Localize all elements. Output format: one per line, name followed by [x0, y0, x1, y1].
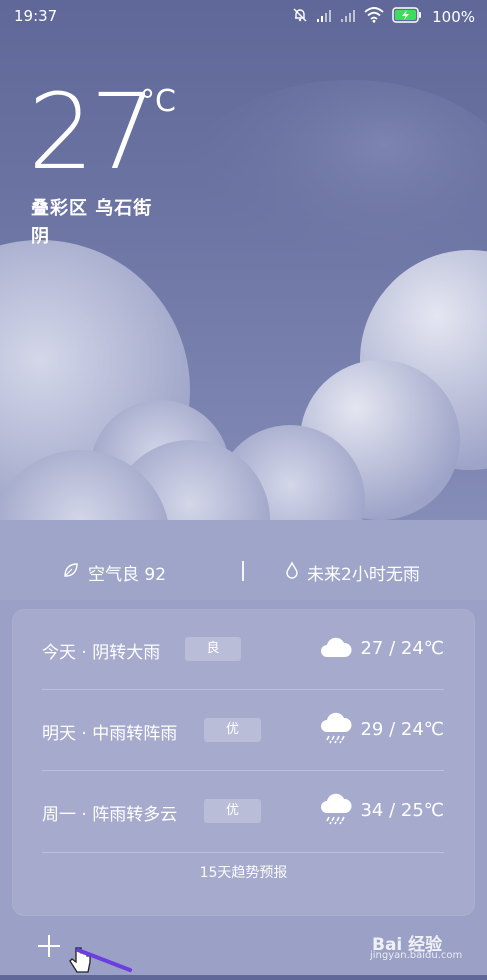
battery-charging-icon — [392, 7, 422, 27]
signal-icon — [340, 8, 356, 27]
info-row: 空气良 92 未来2小时无雨 — [0, 557, 487, 587]
rain-forecast[interactable]: 未来2小时无雨 — [285, 560, 420, 585]
forecast-row-monday[interactable]: 周一 · 阵雨转多云 优 34 / 25℃ — [42, 771, 444, 851]
weather-condition: 阴 — [31, 226, 49, 247]
rain-cloud-icon — [319, 793, 353, 827]
mute-bell-icon — [292, 7, 308, 27]
location-name[interactable]: 叠彩区 乌石街 — [31, 194, 152, 220]
forecast-label: 周一 · 阵雨转多云 — [42, 805, 178, 825]
air-quality[interactable]: 空气良 92 — [62, 560, 166, 585]
status-icons: 100% — [292, 6, 475, 28]
baidu-jingyan-watermark: Bai 经验 jingyan.baidu.com — [370, 928, 480, 968]
temperature-range: 34 / 25℃ — [360, 800, 444, 821]
signal-icon — [316, 8, 332, 27]
forecast-row-today[interactable]: 今天 · 阴转大雨 良 27 / 24℃ — [42, 609, 444, 689]
forecast-label: 今天 · 阴转大雨 — [42, 643, 161, 663]
battery-percent: 100% — [432, 8, 475, 26]
air-quality-text: 空气良 92 — [88, 565, 167, 585]
droplet-icon — [285, 561, 299, 584]
temperature-unit: °C — [140, 84, 176, 119]
forecast-label: 明天 · 中雨转阵雨 — [42, 724, 178, 744]
forecast-row-tomorrow[interactable]: 明天 · 中雨转阵雨 优 29 / 24℃ — [42, 690, 444, 770]
info-divider — [242, 561, 244, 581]
cloud-icon — [319, 631, 353, 665]
status-bar: 19:37 100% — [0, 0, 487, 34]
plus-icon[interactable] — [36, 933, 62, 959]
forecast-card: 今天 · 阴转大雨 良 27 / 24℃ 明天 · 中雨转阵雨 优 29 / 2… — [12, 609, 475, 916]
aqi-badge: 优 — [204, 799, 261, 823]
leaf-icon — [62, 561, 80, 584]
temperature-range: 29 / 24℃ — [360, 719, 444, 740]
wifi-icon — [364, 7, 384, 27]
rain-forecast-text: 未来2小时无雨 — [307, 565, 420, 585]
trend-forecast-link[interactable]: 15天趋势预报 — [12, 862, 475, 882]
watermark-url: jingyan.baidu.com — [370, 950, 463, 961]
aqi-badge: 良 — [185, 637, 241, 661]
temperature-value: 27 — [28, 71, 156, 193]
status-time: 19:37 — [14, 7, 58, 25]
row-divider — [42, 852, 444, 853]
temperature-range: 27 / 24℃ — [360, 638, 444, 659]
rain-cloud-icon — [319, 712, 353, 746]
aqi-badge: 优 — [204, 718, 261, 742]
